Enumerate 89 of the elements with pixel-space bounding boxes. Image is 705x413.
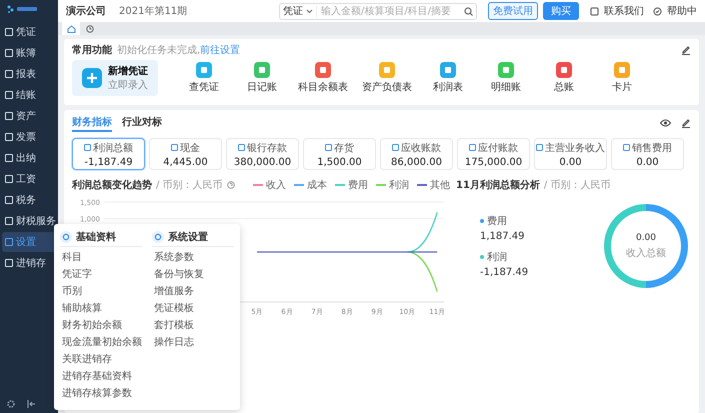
sidebar-item[interactable]: 账簿 (2, 43, 56, 63)
metric-icon (84, 144, 91, 151)
sidebar-item[interactable]: 出纳 (2, 148, 56, 168)
legend-item[interactable]: 费用 (335, 178, 368, 192)
metric-card[interactable]: 银行存款 380,000.00 (226, 138, 299, 170)
metric-card[interactable]: 应收账款 86,000.00 (380, 138, 453, 170)
donut-label: 收入总额 (626, 246, 666, 260)
menu-heading: 系统设置 (168, 230, 208, 244)
menu-item[interactable]: 备份与恢复 (152, 266, 234, 283)
sidebar-item[interactable]: 税务 (2, 190, 56, 210)
sidebar-item[interactable]: 报表 (2, 64, 56, 84)
metric-icon (536, 144, 543, 151)
shortcut-item[interactable]: 资产负债表 (362, 62, 412, 94)
legend-item[interactable]: 成本 (294, 178, 327, 192)
metric-card[interactable]: 利润总额 -1,187.49 (72, 138, 145, 170)
shortcut-item[interactable]: 明细账 (484, 62, 528, 94)
currency-note: / 币别：人民币 (156, 178, 223, 192)
caret-icon (306, 8, 313, 14)
menu-item[interactable]: 凭证模板 (152, 300, 234, 317)
shortcut-item[interactable]: 卡片 (600, 62, 644, 94)
sidebar-item[interactable]: 凭证 (2, 22, 56, 42)
donut-total: 0.00 (636, 232, 656, 242)
collapse-icon[interactable] (26, 399, 36, 409)
company-name: 演示公司 (66, 4, 106, 18)
home-icon (66, 24, 76, 32)
menu-item[interactable]: 操作日志 (152, 334, 234, 351)
metric-icon (469, 144, 476, 151)
shortcut-item[interactable]: 利润表 (426, 62, 470, 94)
sidebar-item[interactable]: 结账 (2, 85, 56, 105)
sidebar-item[interactable]: 财税服务 (2, 211, 56, 231)
menu-item[interactable]: 进销存核算参数 (60, 385, 142, 402)
legend-item[interactable]: 其他 (417, 178, 450, 192)
legend-item[interactable]: 利润 (376, 178, 409, 192)
chart-title: 11月利润总额分析 (456, 178, 540, 192)
sidebar-item[interactable]: 设置 (2, 232, 56, 252)
contact-link[interactable]: 联系我们 (604, 4, 644, 18)
metric-card[interactable]: 销售费用 0.00 (611, 138, 684, 170)
metric-card[interactable]: 主营业务收入 0.00 (534, 138, 607, 170)
menu-item[interactable]: 套打模板 (152, 317, 234, 334)
legend-value: -1,187.49 (480, 267, 530, 278)
menu-item[interactable]: 系统参数 (152, 249, 234, 266)
metric-card[interactable]: 应付账款 175,000.00 (457, 138, 530, 170)
help-icon (653, 6, 662, 16)
metric-icon (325, 144, 332, 151)
menu-item[interactable]: 现金流量初始余额 (60, 334, 142, 351)
shortcut-item[interactable]: 科目余额表 (298, 62, 348, 94)
sidebar-item[interactable]: 工资 (2, 169, 56, 189)
metric-icon (238, 144, 245, 151)
shortcut-item[interactable]: 总账 (542, 62, 586, 94)
edit-icon[interactable] (681, 118, 691, 128)
section-title: 常用功能 (72, 44, 112, 57)
currency-note: / 币别：人民币 (544, 178, 610, 192)
legend-item: 利润 (480, 250, 580, 264)
home-tab[interactable] (62, 22, 80, 35)
plus-icon (82, 68, 102, 88)
legend-value: 1,187.49 (480, 231, 526, 242)
menu-item[interactable]: 关联进销存 (60, 351, 142, 368)
shortcut-item[interactable]: 日记账 (240, 62, 284, 94)
settings-icon[interactable] (6, 399, 16, 409)
sidebar-item[interactable]: 发票 (2, 127, 56, 147)
menu-heading: 基础资料 (76, 230, 116, 244)
menu-item[interactable]: 辅助核算 (60, 300, 142, 317)
metric-icon (392, 144, 399, 151)
shortcut-item[interactable]: 查凭证 (182, 62, 226, 94)
indicator-tab[interactable]: 行业对标 (122, 114, 162, 132)
accounting-period: 2021年第11期 (119, 4, 188, 18)
hint-text: 初始化任务未完成, (117, 44, 200, 57)
menu-item[interactable]: 凭证字 (60, 266, 142, 283)
legend-item: 费用 (480, 214, 580, 228)
help-icon[interactable] (226, 181, 235, 189)
sidebar-item[interactable]: 进销存 (2, 253, 56, 273)
metric-card[interactable]: 现金 4,445.00 (149, 138, 222, 170)
menu-item[interactable]: 增值服务 (152, 283, 234, 300)
metric-icon (171, 144, 178, 151)
sidebar-item[interactable]: 资产 (2, 106, 56, 126)
menu-item[interactable]: 币别 (60, 283, 142, 300)
new-voucher-button[interactable]: 新增凭证 立即录入 (72, 60, 158, 96)
legend-item[interactable]: 收入 (253, 178, 286, 192)
chart-title: 利润总额变化趋势 (72, 178, 152, 192)
menu-item[interactable]: 科目 (60, 249, 142, 266)
menu-item[interactable]: 进销存基础资料 (60, 368, 142, 385)
metric-card[interactable]: 存货 1,500.00 (303, 138, 376, 170)
clock-icon[interactable] (86, 24, 94, 32)
metric-icon (623, 144, 630, 151)
search-icon (464, 6, 473, 16)
help-link[interactable]: 帮助中 (667, 4, 697, 18)
menu-item[interactable]: 财务初始余额 (60, 317, 142, 334)
edit-icon[interactable] (681, 45, 691, 55)
eye-icon[interactable] (660, 119, 671, 127)
